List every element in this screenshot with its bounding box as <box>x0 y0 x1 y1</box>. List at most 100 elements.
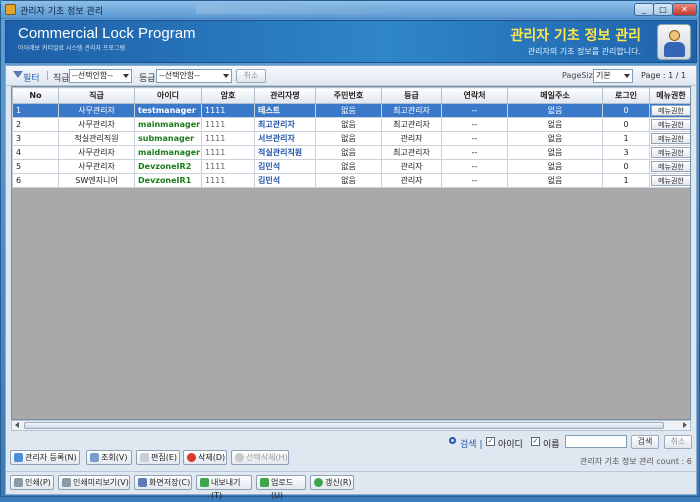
delete-selected-button[interactable]: 선택삭제(H) <box>231 450 289 465</box>
menu-permission-button[interactable]: 메뉴권한 <box>651 161 690 172</box>
cell-email: 없음 <box>507 159 603 174</box>
grade-select[interactable]: --선택안함-- <box>156 69 232 83</box>
filter-separator: | <box>46 71 50 81</box>
filter-cancel-button[interactable]: 취소 <box>236 69 266 83</box>
cell-menu: 메뉴권한 <box>649 117 690 132</box>
table-row[interactable]: 4 사무관리자 maidmanager 1111 적실관리직원 없음 최고관리자… <box>12 145 690 160</box>
chevron-down-icon <box>624 74 630 78</box>
search-cancel-button[interactable]: 취소 <box>664 435 692 449</box>
cell-login: 1 <box>602 131 650 146</box>
close-button[interactable]: ✕ <box>672 3 697 16</box>
upload-button[interactable]: 업로드(U) <box>256 475 306 500</box>
cell-menu: 메뉴권한 <box>649 103 690 118</box>
cell-no: 5 <box>12 159 59 174</box>
cell-position: 사무관리자 <box>58 159 135 174</box>
filter-toolbar: 필터 | 직급 --선택안함-- 등급 --선택안함-- 취소 PageSize… <box>6 66 696 86</box>
cell-ssn: 없음 <box>315 117 382 132</box>
page-label: Page : <box>641 71 666 80</box>
col-grade[interactable]: 등급 <box>381 87 442 104</box>
cell-id: mainmanager <box>134 117 202 132</box>
cell-login: 0 <box>602 117 650 132</box>
cell-id: DevzoneIR2 <box>134 159 202 174</box>
cell-no: 1 <box>12 103 59 118</box>
cell-menu: 메뉴권한 <box>649 159 690 174</box>
table-row[interactable]: 5 사무관리자 DevzoneIR2 1111 김민석 없음 관리자 -- 없음… <box>12 159 690 174</box>
header-banner: Commercial Lock Program 아이래보 커티얼료 시스템 관리… <box>5 20 697 63</box>
chevron-down-icon <box>123 74 129 78</box>
print-button[interactable]: 인쇄(P) <box>10 475 54 490</box>
cell-no: 2 <box>12 117 59 132</box>
search-icon <box>449 437 456 444</box>
cell-grade: 최고관리자 <box>381 145 442 160</box>
search-input[interactable] <box>565 435 627 448</box>
horizontal-scrollbar[interactable] <box>11 420 691 431</box>
col-name[interactable]: 관리자명 <box>254 87 316 104</box>
cell-name: 최고관리자 <box>254 117 316 132</box>
save-screen-button[interactable]: 화면저장(C) <box>134 475 192 490</box>
title-bar[interactable]: 관리자 기초 정보 관리 _ □ ✕ <box>1 1 699 19</box>
pagesize-select[interactable]: 기본 <box>593 69 633 83</box>
page-indicator: Page : 1 / 1 <box>641 71 686 80</box>
maximize-button[interactable]: □ <box>653 3 673 16</box>
cell-position: 적실관리직원 <box>58 131 135 146</box>
minimize-button[interactable]: _ <box>634 3 654 16</box>
position-label: 직급 <box>53 74 70 84</box>
cell-password: 1111 <box>201 131 255 146</box>
printer-icon <box>14 478 23 487</box>
cell-contact: -- <box>441 173 508 188</box>
table-row[interactable]: 2 사무관리자 mainmanager 1111 최고관리자 없음 최고관리자 … <box>12 117 690 132</box>
table-row[interactable]: 3 적실관리직원 submanager 1111 서브관리자 없음 관리자 --… <box>12 131 690 146</box>
grade-label: 등급 <box>139 74 156 84</box>
add-admin-button[interactable]: 관리자 등록(N) <box>10 450 80 465</box>
filter-label: 필터 <box>23 74 40 84</box>
grade-select-value: --선택안함-- <box>159 71 200 80</box>
menu-permission-button[interactable]: 메뉴권한 <box>651 175 690 186</box>
cell-contact: -- <box>441 103 508 118</box>
position-select[interactable]: --선택안함-- <box>69 69 132 83</box>
checkbox-name[interactable]: ✓ <box>531 437 540 446</box>
search-button[interactable]: 검색 <box>631 435 659 449</box>
table-row[interactable]: 6 SW엔지니어 DevzoneIR1 1111 김민석 없음 관리자 -- 없… <box>12 173 690 188</box>
cell-grade: 최고관리자 <box>381 103 442 118</box>
menu-permission-button[interactable]: 메뉴권한 <box>651 119 690 130</box>
col-ssn[interactable]: 주민번호 <box>315 87 382 104</box>
menu-permission-button[interactable]: 메뉴권한 <box>651 133 690 144</box>
cell-no: 4 <box>12 145 59 160</box>
delete-label: 삭제(D) <box>198 453 226 462</box>
page-description: 관리자의 기초 정보를 관리합니다. <box>527 47 641 56</box>
checkbox-name-label: 이름 <box>543 440 560 450</box>
table-row[interactable]: 1 사무관리자 testmanager 1111 테스트 없음 최고관리자 --… <box>12 103 690 118</box>
page-value: 1 / 1 <box>668 71 687 80</box>
menu-permission-button[interactable]: 메뉴권한 <box>651 105 690 116</box>
cell-email: 없음 <box>507 145 603 160</box>
scrollbar-thumb[interactable] <box>24 422 664 429</box>
view-button[interactable]: 조회(V) <box>86 450 132 465</box>
col-email[interactable]: 메일주소 <box>507 87 603 104</box>
edit-button[interactable]: 편집(E) <box>136 450 180 465</box>
col-password[interactable]: 암호 <box>201 87 255 104</box>
admin-torso-shape <box>664 42 685 57</box>
program-title: Commercial Lock Program <box>18 25 196 42</box>
col-id[interactable]: 아이디 <box>134 87 202 104</box>
col-menu[interactable]: 메뉴권한 <box>649 87 690 104</box>
col-no[interactable]: No <box>12 87 59 104</box>
cell-grade: 관리자 <box>381 159 442 174</box>
scroll-right-icon[interactable] <box>683 422 687 428</box>
scroll-left-icon[interactable] <box>15 422 19 428</box>
menu-permission-button[interactable]: 메뉴권한 <box>651 147 690 158</box>
print-preview-button[interactable]: 인쇄미리보기(V) <box>58 475 130 490</box>
print-preview-icon <box>62 478 71 487</box>
export-button[interactable]: 내보내기(T) <box>196 475 252 500</box>
add-user-icon <box>14 453 23 462</box>
cell-login: 0 <box>602 103 650 118</box>
delete-button[interactable]: 삭제(D) <box>183 450 227 465</box>
refresh-button[interactable]: 갱신(R) <box>310 475 354 490</box>
delete-icon <box>187 453 196 462</box>
col-login[interactable]: 로그인 <box>602 87 650 104</box>
col-position[interactable]: 직급 <box>58 87 135 104</box>
col-contact[interactable]: 연락처 <box>441 87 508 104</box>
pagesize-select-value: 기본 <box>596 71 611 80</box>
cell-contact: -- <box>441 159 508 174</box>
checkbox-id[interactable]: ✓ <box>486 437 495 446</box>
admin-head-shape <box>669 30 680 41</box>
